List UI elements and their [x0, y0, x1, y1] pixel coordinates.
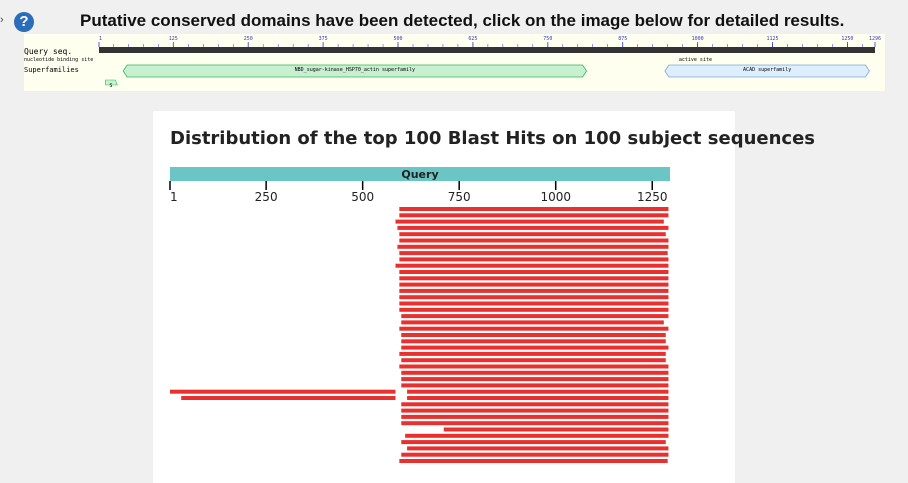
ruler-tick-label: 875: [618, 36, 627, 42]
blast-hit-bar[interactable]: [399, 295, 669, 300]
axis-tick-label: 1250: [637, 190, 668, 204]
blast-hit-bar[interactable]: [401, 408, 669, 413]
blast-hit-bar[interactable]: [399, 213, 669, 218]
blast-hit-bar[interactable]: [401, 440, 666, 445]
help-icon[interactable]: ?: [14, 12, 34, 32]
ruler-tick-label: 1000: [692, 36, 704, 42]
ruler-tick-label: 375: [319, 36, 328, 42]
blast-hit-bar[interactable]: [401, 421, 669, 426]
axis-tick-label: 750: [448, 190, 471, 204]
blast-hit-bar[interactable]: [401, 414, 669, 419]
ruler-tick-label: 1: [99, 36, 102, 42]
query-bar: [99, 47, 875, 53]
blast-hit-bar[interactable]: [401, 314, 669, 319]
ruler-tick-label: 625: [468, 36, 477, 42]
ruler-tick-label: 500: [393, 36, 402, 42]
superfamily-domain-label: NBD_sugar-kinase_HSP70_actin superfamily: [295, 67, 415, 73]
superfamily-domain-label: ACAD superfamily: [743, 67, 791, 73]
ruler-tick-label: 1125: [767, 36, 779, 42]
blast-hit-bar[interactable]: [407, 446, 669, 451]
ruler-tick-label: 1296: [869, 36, 881, 42]
blast-hit-bar[interactable]: [399, 276, 669, 281]
blast-hit-bar[interactable]: [401, 402, 669, 407]
blast-hit-bar[interactable]: [401, 377, 669, 382]
blast-hit-bar[interactable]: [399, 257, 669, 262]
ruler-tick-label: 750: [543, 36, 552, 42]
blast-hit-bar[interactable]: [407, 396, 669, 400]
cdd-svg: 1 125 250 375 500 625 750 875 1000 1125 1250 1296 Q…: [24, 36, 881, 89]
ruler-tick-label: 1250: [841, 36, 853, 42]
blast-hit-rows[interactable]: [170, 207, 669, 463]
blast-hit-bar[interactable]: [399, 232, 666, 237]
blast-hit-bar[interactable]: [170, 389, 396, 394]
blast-hit-bar[interactable]: [399, 301, 669, 306]
blast-hit-bar[interactable]: [399, 351, 666, 356]
blast-hit-bar[interactable]: [401, 339, 666, 344]
blast-hit-bar[interactable]: [399, 207, 669, 211]
blast-hit-bar[interactable]: [181, 396, 396, 400]
blast-hit-bar[interactable]: [401, 345, 669, 350]
blast-hit-bar[interactable]: [405, 433, 669, 438]
blast-hit-bar[interactable]: [443, 427, 669, 432]
axis-tick-label: 1: [170, 190, 178, 204]
blast-axis: 1 250 500 750 1000 1250: [169, 181, 668, 204]
blast-hit-bar[interactable]: [407, 389, 669, 394]
chevron-icon: ›: [0, 14, 4, 26]
blast-hit-bar[interactable]: [401, 383, 669, 388]
ruler-tick-label: 250: [244, 36, 253, 42]
blast-hit-bar[interactable]: [401, 320, 664, 325]
nucleotide-binding-label: nucleotide binding site: [24, 57, 93, 63]
superfamilies-label: Superfamilies: [24, 66, 79, 74]
domain-track[interactable]: NBD_sugar-kinase_HSP70_actin superfamily…: [105, 64, 870, 86]
query-ruler: 1 125 250 375 500 625 750 875 1000 1125 1250 1296: [98, 36, 881, 47]
blast-hit-bar[interactable]: [399, 288, 669, 293]
blast-hit-bar[interactable]: [401, 370, 669, 375]
query-seq-label: Query seq.: [24, 47, 72, 56]
active-site-label: active site: [679, 57, 712, 63]
small-domain-mark: S: [109, 83, 112, 89]
blast-hit-bar[interactable]: [399, 459, 668, 463]
axis-tick-label: 1000: [540, 190, 571, 204]
blast-hit-bar[interactable]: [399, 326, 669, 331]
ruler-tick-label: 125: [169, 36, 178, 42]
blast-hit-bar[interactable]: [397, 225, 669, 230]
conserved-domains-title: Putative conserved domains have been det…: [80, 11, 845, 30]
blast-hit-bar[interactable]: [401, 358, 666, 363]
blast-hit-bar[interactable]: [399, 251, 668, 256]
blast-hit-bar[interactable]: [401, 452, 669, 457]
blast-hit-bar[interactable]: [397, 244, 669, 249]
conserved-domains-graphic[interactable]: 1 125 250 375 500 625 750 875 1000 1125 1250 1296 Q…: [24, 34, 885, 91]
blast-hit-bar[interactable]: [395, 263, 669, 268]
query-bar-label: Query: [401, 168, 438, 181]
blast-hit-bar[interactable]: [399, 238, 669, 243]
blast-hits-graphic[interactable]: Query 1 250 500 750 1000 1250: [153, 111, 735, 483]
blast-hit-bar[interactable]: [399, 364, 669, 369]
blast-hit-bar[interactable]: [395, 219, 664, 224]
blast-distribution-panel: Distribution of the top 100 Blast Hits o…: [153, 111, 815, 483]
blast-hit-bar[interactable]: [399, 282, 669, 287]
axis-tick-label: 250: [255, 190, 278, 204]
axis-tick-label: 500: [351, 190, 374, 204]
blast-hit-bar[interactable]: [401, 333, 666, 337]
blast-hit-bar[interactable]: [399, 270, 669, 274]
blast-hit-bar[interactable]: [399, 307, 669, 312]
